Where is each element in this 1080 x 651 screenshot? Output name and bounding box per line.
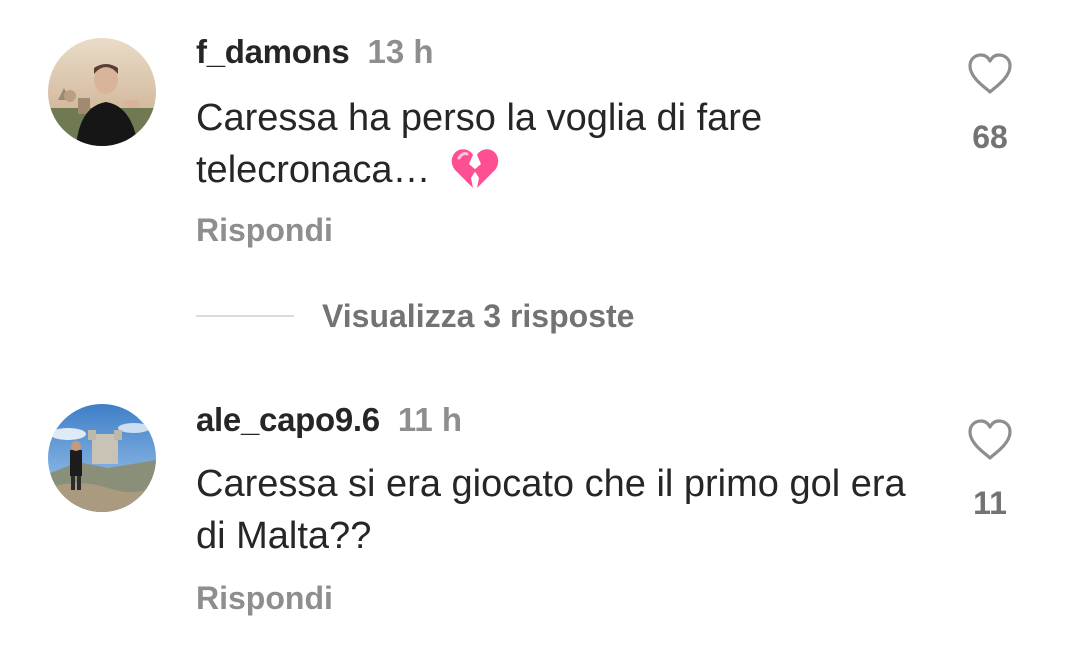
like-count: 11 xyxy=(973,485,1007,521)
heart-icon[interactable] xyxy=(960,52,1020,101)
comment-meta: f_damons 13 h xyxy=(196,32,434,72)
view-replies-button[interactable]: Visualizza 3 risposte xyxy=(196,296,634,336)
heart-icon[interactable] xyxy=(960,418,1020,467)
username[interactable]: f_damons xyxy=(196,33,350,70)
comment-text: Caressa ha perso la voglia di fare telec… xyxy=(196,92,916,204)
reply-button[interactable]: Rispondi xyxy=(196,580,333,617)
comment-text: Caressa si era giocato che il primo gol … xyxy=(196,458,916,562)
username[interactable]: ale_capo9.6 xyxy=(196,401,380,438)
like-count: 68 xyxy=(972,119,1008,155)
broken-heart-icon xyxy=(451,146,499,204)
comment-meta: ale_capo9.6 11 h xyxy=(196,400,462,440)
avatar[interactable] xyxy=(48,38,156,146)
like-area: 11 xyxy=(960,418,1020,522)
view-replies-label: Visualizza 3 risposte xyxy=(322,297,635,334)
comment-body: Caressa si era giocato che il primo gol … xyxy=(196,463,906,557)
timestamp: 13 h xyxy=(367,33,434,70)
comment-item: ale_capo9.6 11 h Caressa si era giocato c… xyxy=(0,380,1080,651)
like-area: 68 xyxy=(960,52,1020,156)
timestamp: 11 h xyxy=(397,401,463,438)
avatar[interactable] xyxy=(48,404,156,512)
reply-button[interactable]: Rispondi xyxy=(196,212,333,249)
divider xyxy=(196,315,294,317)
comment-item: f_damons 13 h Caressa ha perso la voglia … xyxy=(0,0,1080,290)
